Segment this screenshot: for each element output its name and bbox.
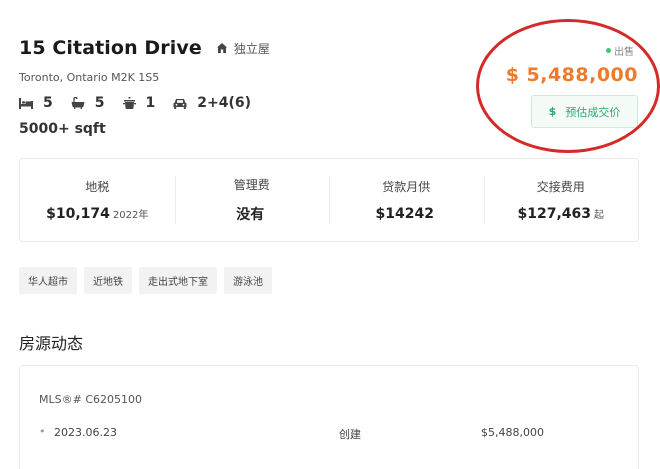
property-type: 独立屋 [216, 40, 270, 57]
feature-tag: 走出式地下室 [139, 267, 217, 294]
history-date: 2023.06.23 [54, 426, 117, 439]
kitchen-icon [122, 97, 136, 109]
listing-history: MLS®# C6205100 • 2023.06.23 创建 $5,488,00… [19, 365, 639, 469]
stat-value: 没有 [236, 204, 267, 224]
stat-label: 地税 [85, 180, 110, 194]
stat-value-text: $14242 [375, 206, 434, 222]
mls-number: MLS®# C6205100 [39, 393, 142, 406]
listing-address: Toronto, Ontario M2K 1S5 [19, 71, 160, 84]
car-icon [173, 98, 187, 109]
history-row: • 2023.06.23 创建 $5,488,000 [39, 425, 619, 442]
estimate-price-label: 预估成交价 [565, 105, 621, 119]
stat-value: $10,174 2022年 [46, 206, 148, 222]
stat-label: 交接费用 [536, 180, 585, 194]
section-title: 房源动态 [19, 334, 84, 353]
baths-count: 5 [94, 95, 105, 111]
stat-mortgage: 贷款月供 $14242 [329, 159, 484, 241]
stat-value: $127,463 起 [517, 206, 604, 222]
bed-icon [19, 97, 33, 109]
estimate-price-button[interactable]: $ 预估成交价 [531, 95, 638, 128]
listing-specs: 5 5 1 2+4(6) [19, 95, 269, 111]
history-price: $5,488,000 [481, 426, 544, 439]
beds-count: 5 [43, 95, 53, 111]
stat-value: $14242 [376, 206, 437, 222]
cost-summary: 地税 $10,174 2022年 管理费 没有 贷款月供 $14242 交接费用 … [19, 158, 639, 242]
stat-label: 贷款月供 [382, 180, 431, 194]
property-type-label: 独立屋 [233, 41, 270, 56]
feature-tags: 华人超市 近地铁 走出式地下室 游泳池 [19, 267, 279, 294]
dollar-icon: $ [548, 105, 557, 118]
status-badge: 出售 [606, 43, 634, 58]
house-icon [216, 43, 227, 53]
feature-tag: 游泳池 [224, 267, 272, 294]
bullet: • [39, 425, 46, 438]
listing-title: 15 Citation Drive [19, 37, 202, 59]
listing-price: $ 5,488,000 [505, 64, 638, 86]
annotation-circle [476, 19, 660, 153]
stat-value-text: $10,174 [46, 206, 110, 222]
spec-beds: 5 [19, 95, 53, 111]
status-label: 出售 [614, 47, 634, 58]
stat-label: 管理费 [233, 178, 270, 192]
spec-kitchens: 1 [122, 95, 156, 111]
stat-value-text: 没有 [236, 207, 265, 223]
stat-property-tax: 地税 $10,174 2022年 [20, 159, 175, 241]
feature-tag: 近地铁 [84, 267, 132, 294]
stat-value-text: $127,463 [517, 206, 591, 222]
listing-header: 15 Citation Drive 独立屋 [19, 37, 270, 59]
history-event: 创建 [339, 428, 361, 441]
stat-sub: 2022年 [112, 210, 149, 221]
listing-sqft: 5000+ sqft [19, 121, 106, 137]
spec-baths: 5 [71, 95, 105, 111]
bathtub-icon [71, 97, 85, 109]
status-dot [606, 48, 611, 53]
kitchens-count: 1 [145, 95, 156, 111]
stat-sub: 起 [594, 210, 604, 221]
parking-count: 2+4(6) [197, 95, 252, 111]
spec-parking: 2+4(6) [173, 95, 251, 111]
stat-closing-cost: 交接费用 $127,463 起 [483, 159, 639, 241]
stat-maintenance-fee: 管理费 没有 [174, 159, 330, 241]
feature-tag: 华人超市 [19, 267, 77, 294]
